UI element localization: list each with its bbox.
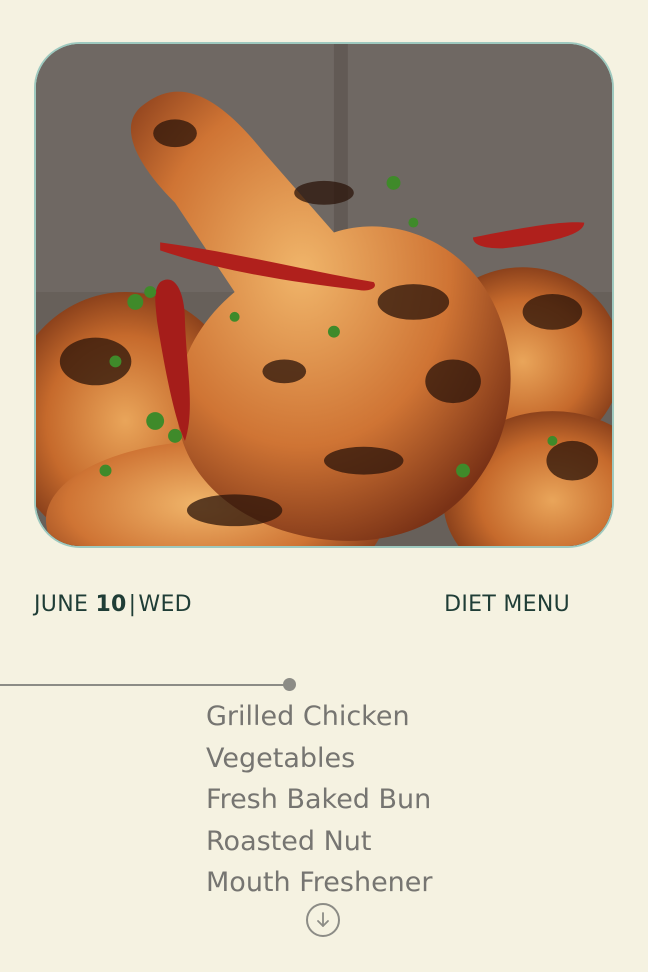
grilled-chicken-illustration <box>36 44 612 546</box>
menu-item-fresh-baked-bun: Fresh Baked Bun <box>206 784 432 815</box>
menu-item-grilled-chicken: Grilled Chicken <box>206 701 410 732</box>
date-month: JUNE <box>34 592 89 617</box>
timeline-dot <box>283 678 296 691</box>
timeline-line <box>0 684 290 686</box>
menu-item-mouth-freshener: Mouth Freshener <box>206 867 433 898</box>
date-day: 10 <box>95 592 127 617</box>
date-label: JUNE 10|WED <box>34 592 192 617</box>
diet-menu-title: DIET MENU <box>444 592 570 617</box>
menu-item-vegetables: Vegetables <box>206 742 356 774</box>
hero-food-image <box>34 42 614 548</box>
date-weekday: WED <box>138 592 192 617</box>
menu-item-roasted-nut: Roasted Nut <box>206 825 372 857</box>
date-separator: | <box>128 592 137 617</box>
menu-list: Grilled Chicken Vegetables Fresh Baked B… <box>206 696 433 904</box>
scroll-down-button[interactable] <box>306 903 340 937</box>
arrow-down-icon <box>317 912 329 927</box>
